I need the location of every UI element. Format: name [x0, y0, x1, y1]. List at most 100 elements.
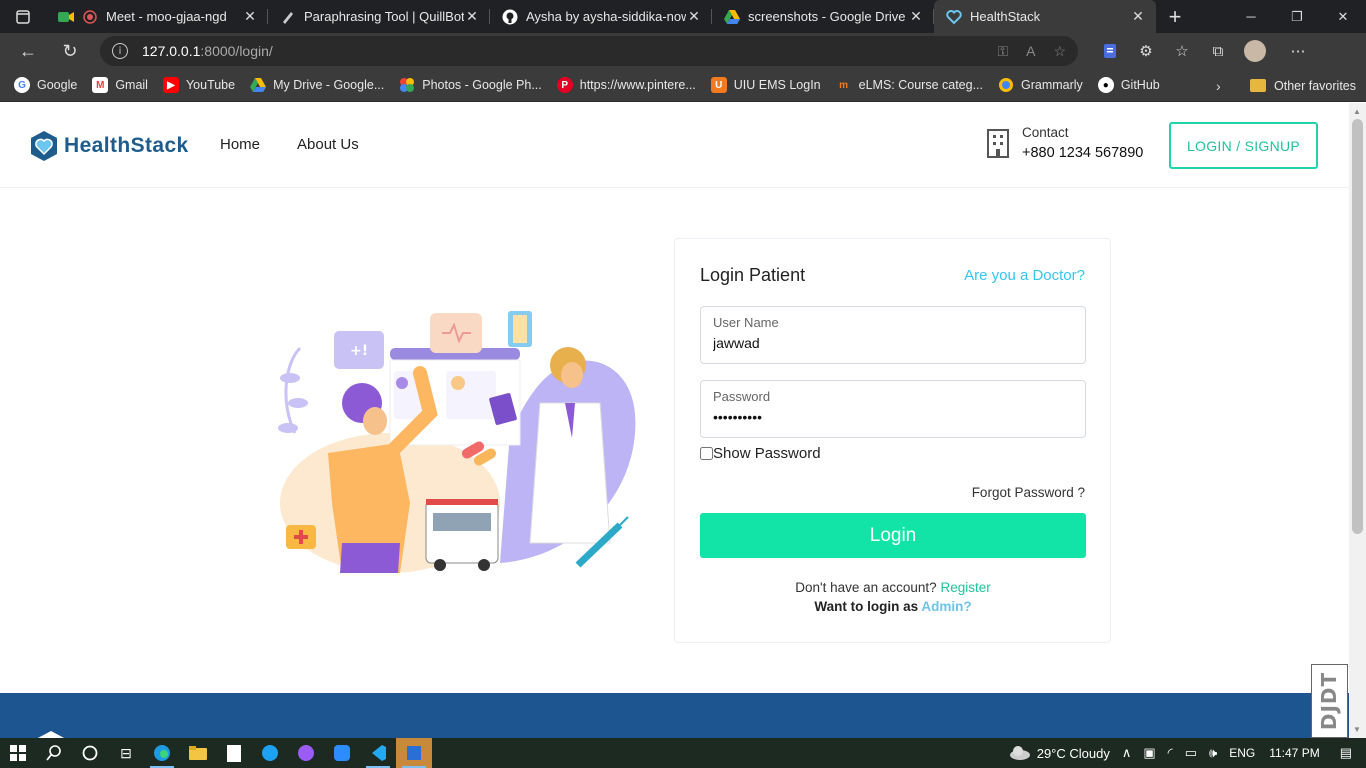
wifi-icon[interactable]: ◜ [1168, 745, 1173, 761]
windows-start-icon[interactable] [0, 738, 36, 768]
django-debug-toolbar-handle[interactable]: DJDT [1311, 664, 1348, 738]
login-submit-button[interactable]: Login [700, 513, 1086, 558]
notifications-icon[interactable]: ▤ [1340, 745, 1352, 761]
close-tab-icon[interactable]: ✕ [1130, 8, 1146, 25]
vscode-icon[interactable] [360, 738, 396, 768]
scroll-down-icon[interactable]: ▼ [1353, 725, 1361, 734]
bookmark-photos[interactable]: Photos - Google Ph... [399, 77, 542, 93]
meet-now-icon[interactable]: ▣ [1143, 745, 1155, 761]
add-favorite-icon[interactable]: ☆ [1053, 43, 1066, 60]
close-tab-icon[interactable]: ✕ [464, 8, 480, 25]
bookmark-github[interactable]: ● GitHub [1097, 77, 1160, 93]
bookmarks-overflow-chevron-icon[interactable]: › [1216, 69, 1221, 102]
bookmark-grammarly[interactable]: Grammarly [998, 77, 1083, 93]
back-button[interactable]: ← [7, 33, 49, 69]
extensions-icon[interactable]: ⚙ [1128, 33, 1164, 69]
close-tab-icon[interactable]: ✕ [242, 8, 258, 25]
task-view-icon[interactable]: ⊟ [108, 738, 144, 768]
search-icon[interactable] [36, 738, 72, 768]
bookmark-my-drive[interactable]: My Drive - Google... [250, 77, 384, 93]
bookmark-gmail[interactable]: M Gmail [92, 77, 148, 93]
grammarly-icon [998, 77, 1014, 93]
forgot-password-link[interactable]: Forgot Password ? [972, 485, 1085, 500]
volume-icon[interactable]: 🕪 [1209, 745, 1217, 761]
admin-login-link[interactable]: Admin? [921, 599, 971, 614]
username-field[interactable]: User Name [700, 306, 1086, 364]
restore-button[interactable]: ❐ [1274, 0, 1320, 33]
show-password-checkbox[interactable] [700, 447, 713, 460]
browser-tab-meet[interactable]: Meet - moo-gjaa-ngd ✕ [46, 0, 268, 33]
twitter-icon[interactable] [252, 738, 288, 768]
clock-time[interactable]: 11:47 PM [1269, 746, 1319, 760]
username-input[interactable] [713, 335, 1073, 351]
refresh-button[interactable]: ↻ [49, 33, 91, 69]
browser-tab-healthstack[interactable]: HealthStack ✕ [934, 0, 1156, 33]
snipping-tool-icon[interactable] [396, 738, 432, 768]
contact-phone[interactable]: +880 1234 567890 [1022, 145, 1143, 161]
username-label: User Name [713, 315, 779, 330]
youtube-icon: ▶ [162, 77, 179, 93]
collections-icon[interactable]: ⧉ [1200, 33, 1236, 69]
close-tab-icon[interactable]: ✕ [686, 8, 702, 25]
browser-tab-drive[interactable]: screenshots - Google Drive ✕ [712, 0, 934, 33]
bookmark-label: Grammarly [1021, 78, 1083, 92]
scrollbar-thumb[interactable] [1352, 119, 1363, 534]
doctor-login-link[interactable]: Are you a Doctor? [964, 267, 1085, 284]
site-footer [0, 693, 1349, 738]
other-favorites[interactable]: Other favorites [1250, 69, 1356, 102]
bookmark-google[interactable]: G Google [14, 77, 77, 93]
register-link[interactable]: Register [940, 580, 990, 595]
notepad-icon[interactable] [216, 738, 252, 768]
bookmark-youtube[interactable]: ▶ YouTube [162, 77, 235, 93]
chevron-up-icon[interactable]: ∧ [1122, 745, 1132, 761]
close-window-button[interactable]: ✕ [1320, 0, 1366, 33]
zoom-icon[interactable] [324, 738, 360, 768]
messenger-icon[interactable] [288, 738, 324, 768]
pinterest-icon: P [556, 77, 573, 93]
weather-text[interactable]: 29°C Cloudy [1037, 746, 1110, 761]
more-menu-icon[interactable]: ⋯ [1280, 33, 1316, 69]
scroll-up-icon[interactable]: ▲ [1353, 107, 1361, 116]
nav-home[interactable]: Home [220, 136, 260, 153]
address-bar[interactable]: i 127.0.0.1:8000/login/ ⚿ A ☆ [100, 36, 1078, 66]
site-logo[interactable]: HealthStack [28, 129, 189, 163]
bookmark-pinterest[interactable]: Phttps://www.pintere... [556, 77, 696, 93]
tab-actions-button[interactable] [0, 0, 46, 33]
bookmark-uiu-ems[interactable]: U UIU EMS LogIn [710, 77, 821, 93]
svg-text:+!: +! [350, 343, 368, 359]
minimize-button[interactable]: ─ [1228, 0, 1274, 33]
tab-title: Aysha by aysha-siddika-nowshin [526, 9, 686, 24]
new-tab-button[interactable]: + [1156, 0, 1194, 33]
admin-prompt: Want to login as Admin? [675, 599, 1111, 614]
tab-title: Paraphrasing Tool | QuillBot AI [304, 9, 464, 24]
logo-text: HealthStack [64, 134, 189, 157]
healthstack-favicon [946, 9, 962, 25]
show-password-toggle[interactable]: Show Password [700, 445, 821, 462]
browser-tab-github[interactable]: Aysha by aysha-siddika-nowshin ✕ [490, 0, 712, 33]
favorites-icon[interactable]: ☆ [1164, 33, 1200, 69]
site-header: HealthStack Home About Us Contact +880 1… [0, 103, 1349, 188]
password-input[interactable] [713, 409, 1073, 425]
cortana-icon[interactable] [72, 738, 108, 768]
extension-docs-icon[interactable] [1092, 33, 1128, 69]
system-tray: 29°C Cloudy ∧ ▣ ◜ ▭ 🕪 ENG 11:47 PM ▤ [1009, 738, 1366, 768]
uiu-icon: U [710, 77, 727, 93]
nav-about-us[interactable]: About Us [297, 136, 359, 153]
read-aloud-icon[interactable]: A [1026, 43, 1035, 60]
page-scrollbar[interactable]: ▲ ▼ [1349, 103, 1366, 738]
browser-tab-quillbot[interactable]: Paraphrasing Tool | QuillBot AI ✕ [268, 0, 490, 33]
healthstack-logo-icon [31, 131, 57, 161]
password-field[interactable]: Password [700, 380, 1086, 438]
google-photos-icon [399, 77, 415, 93]
building-icon [987, 129, 1009, 158]
edge-browser-icon[interactable] [144, 738, 180, 768]
key-icon[interactable]: ⚿ [997, 43, 1008, 60]
login-signup-button[interactable]: LOGIN / SIGNUP [1169, 122, 1318, 169]
bookmark-elms[interactable]: m eLMS: Course categ... [836, 77, 983, 93]
profile-avatar[interactable] [1244, 40, 1266, 62]
file-explorer-icon[interactable] [180, 738, 216, 768]
battery-icon[interactable]: ▭ [1185, 745, 1197, 761]
language-indicator[interactable]: ENG [1229, 746, 1255, 760]
site-info-icon[interactable]: i [112, 43, 128, 59]
close-tab-icon[interactable]: ✕ [908, 8, 924, 25]
